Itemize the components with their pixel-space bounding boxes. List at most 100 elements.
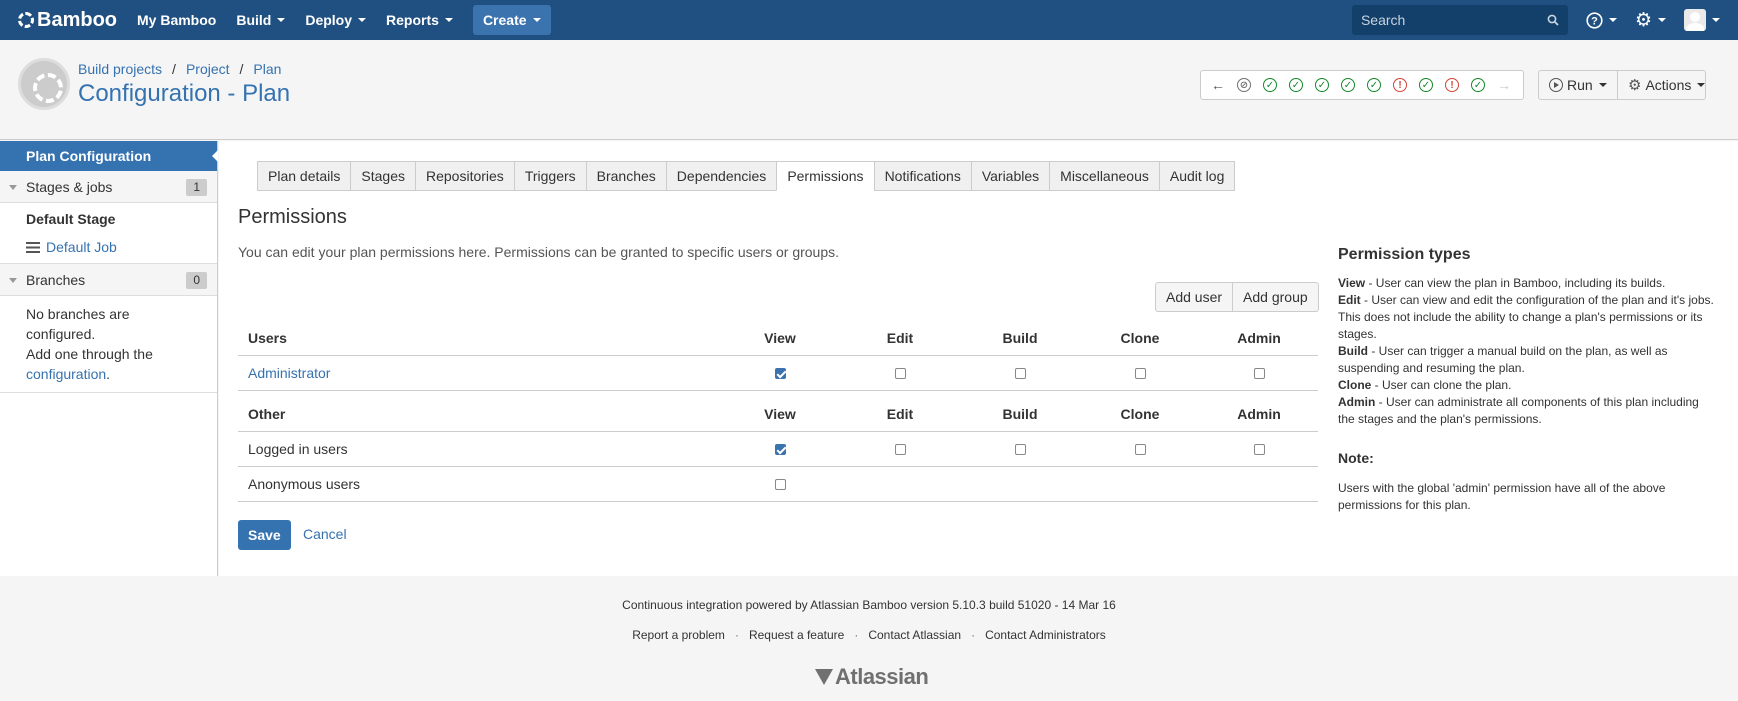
previous-build-arrow-icon[interactable]: ← [1211, 77, 1225, 93]
play-icon [1549, 78, 1563, 92]
admin-permission-checkbox[interactable] [1253, 444, 1265, 456]
create-button-label: Create [482, 12, 527, 28]
run-button[interactable]: Run [1538, 70, 1618, 100]
chevron-down-icon [1658, 18, 1666, 22]
build-status-failed-icon[interactable]: ! [1445, 78, 1459, 92]
perm-cell [1080, 466, 1200, 502]
help-item-clone: Clone - User can clone the plan. [1338, 377, 1718, 394]
nav-reports[interactable]: Reports [386, 12, 453, 28]
chevron-down-icon [1712, 18, 1720, 22]
bamboo-logo[interactable]: Bamboo [18, 9, 117, 32]
view-permission-checkbox[interactable] [774, 444, 786, 456]
add-user-button[interactable]: Add user [1155, 282, 1234, 312]
build-permission-checkbox[interactable] [1014, 368, 1026, 380]
build-status-success-icon[interactable]: ✓ [1419, 78, 1433, 92]
perm-cell [840, 466, 960, 502]
chevron-down-icon [1598, 83, 1607, 87]
clone-permission-checkbox[interactable] [1134, 444, 1146, 456]
create-button[interactable]: Create [472, 5, 551, 35]
build-status-success-icon[interactable]: ✓ [1289, 78, 1303, 92]
clone-permission-checkbox[interactable] [1134, 368, 1146, 380]
help-item-admin: Admin - User can administrate all compon… [1338, 394, 1718, 428]
footer-separator: · [971, 628, 976, 642]
build-status-success-icon[interactable]: ✓ [1367, 78, 1381, 92]
perm-cell [1080, 355, 1200, 391]
tab-miscellaneous[interactable]: Miscellaneous [1049, 161, 1159, 191]
request-feature-link[interactable]: Request a feature [749, 628, 844, 642]
footer: Continuous integration powered by Atlass… [0, 576, 1738, 701]
admin-permission-checkbox[interactable] [1253, 368, 1265, 380]
tab-variables[interactable]: Variables [970, 161, 1050, 191]
breadcrumb-project[interactable]: Project [186, 61, 230, 77]
tab-plan-details[interactable]: Plan details [257, 161, 351, 191]
svg-text:?: ? [1591, 15, 1598, 27]
branches-note-period: . [106, 366, 111, 382]
collapse-toggle-icon[interactable] [9, 185, 17, 190]
nav-my-bamboo[interactable]: My Bamboo [137, 12, 216, 28]
actions-button[interactable]: ⚙ Actions [1617, 70, 1706, 100]
gear-icon: ⚙ [1628, 77, 1642, 94]
tab-permissions[interactable]: Permissions [776, 161, 874, 191]
contact-administrators-link[interactable]: Contact Administrators [985, 628, 1106, 642]
tab-notifications[interactable]: Notifications [873, 161, 971, 191]
cancel-link[interactable]: Cancel [303, 526, 347, 542]
help-menu[interactable]: ? [1586, 11, 1617, 29]
save-button[interactable]: Save [238, 520, 291, 550]
chevron-down-icon [532, 18, 541, 22]
search-input[interactable] [1360, 12, 1547, 28]
breadcrumb: Build projects / Project / Plan [78, 61, 281, 77]
build-status-success-icon[interactable]: ✓ [1341, 78, 1355, 92]
footer-powered-by: Continuous integration powered by Atlass… [622, 598, 1116, 612]
nav-build[interactable]: Build [236, 12, 286, 28]
add-group-button[interactable]: Add group [1233, 282, 1319, 312]
build-column-header: Build [960, 397, 1080, 432]
search-icon[interactable] [1547, 14, 1559, 26]
default-job-link[interactable]: Default Job [46, 239, 117, 255]
build-status-disabled-icon[interactable]: ⊘ [1237, 78, 1251, 92]
perm-cell [1200, 355, 1318, 391]
tab-triggers[interactable]: Triggers [513, 161, 586, 191]
report-problem-link[interactable]: Report a problem [632, 628, 725, 642]
table-row: Logged in users [238, 431, 1318, 467]
admin-menu[interactable]: ⚙ [1635, 11, 1666, 30]
contact-atlassian-link[interactable]: Contact Atlassian [868, 628, 961, 642]
view-column-header: View [720, 397, 840, 432]
atlassian-logo[interactable]: Atlassian [815, 664, 929, 690]
breadcrumb-plan[interactable]: Plan [253, 61, 281, 77]
tab-repositories[interactable]: Repositories [414, 161, 514, 191]
top-right-tools: ? ⚙ [1351, 0, 1738, 40]
user-avatar [1684, 9, 1706, 31]
clone-column-header: Clone [1080, 397, 1200, 432]
tab-stages[interactable]: Stages [350, 161, 415, 191]
breadcrumb-build-projects[interactable]: Build projects [78, 61, 162, 77]
user-menu[interactable] [1684, 9, 1720, 31]
tab-audit-log[interactable]: Audit log [1158, 161, 1236, 191]
view-permission-checkbox[interactable] [774, 479, 786, 491]
permissions-heading: Permissions [238, 206, 347, 228]
build-status-success-icon[interactable]: ✓ [1315, 78, 1329, 92]
sidebar-group-branches[interactable]: Branches 0 [0, 264, 217, 296]
other-column-header: Other [238, 397, 720, 432]
branches-configuration-link[interactable]: configuration [26, 366, 106, 382]
build-permission-checkbox[interactable] [1014, 444, 1026, 456]
nav-deploy[interactable]: Deploy [305, 12, 367, 28]
footer-links: Report a problem · Request a feature · C… [0, 628, 1738, 642]
sidebar-item-plan-configuration[interactable]: Plan Configuration [0, 141, 218, 171]
chevron-down-icon [1608, 18, 1617, 22]
build-status-success-icon[interactable]: ✓ [1263, 78, 1277, 92]
breadcrumb-separator: / [239, 61, 244, 77]
perm-cell [840, 431, 960, 467]
collapse-toggle-icon[interactable] [9, 278, 17, 283]
build-status-failed-icon[interactable]: ! [1393, 78, 1407, 92]
tab-branches[interactable]: Branches [585, 161, 666, 191]
sidebar-group-stages-jobs[interactable]: Stages & jobs 1 [0, 171, 217, 203]
view-permission-checkbox[interactable] [774, 368, 786, 380]
edit-permission-checkbox[interactable] [894, 444, 906, 456]
tab-dependencies[interactable]: Dependencies [665, 161, 777, 191]
chevron-down-icon [277, 18, 286, 22]
perm-cell [1200, 431, 1318, 467]
chevron-down-icon [1697, 83, 1706, 87]
build-status-success-icon[interactable]: ✓ [1471, 78, 1485, 92]
edit-permission-checkbox[interactable] [894, 368, 906, 380]
user-administrator-link[interactable]: Administrator [248, 365, 330, 381]
